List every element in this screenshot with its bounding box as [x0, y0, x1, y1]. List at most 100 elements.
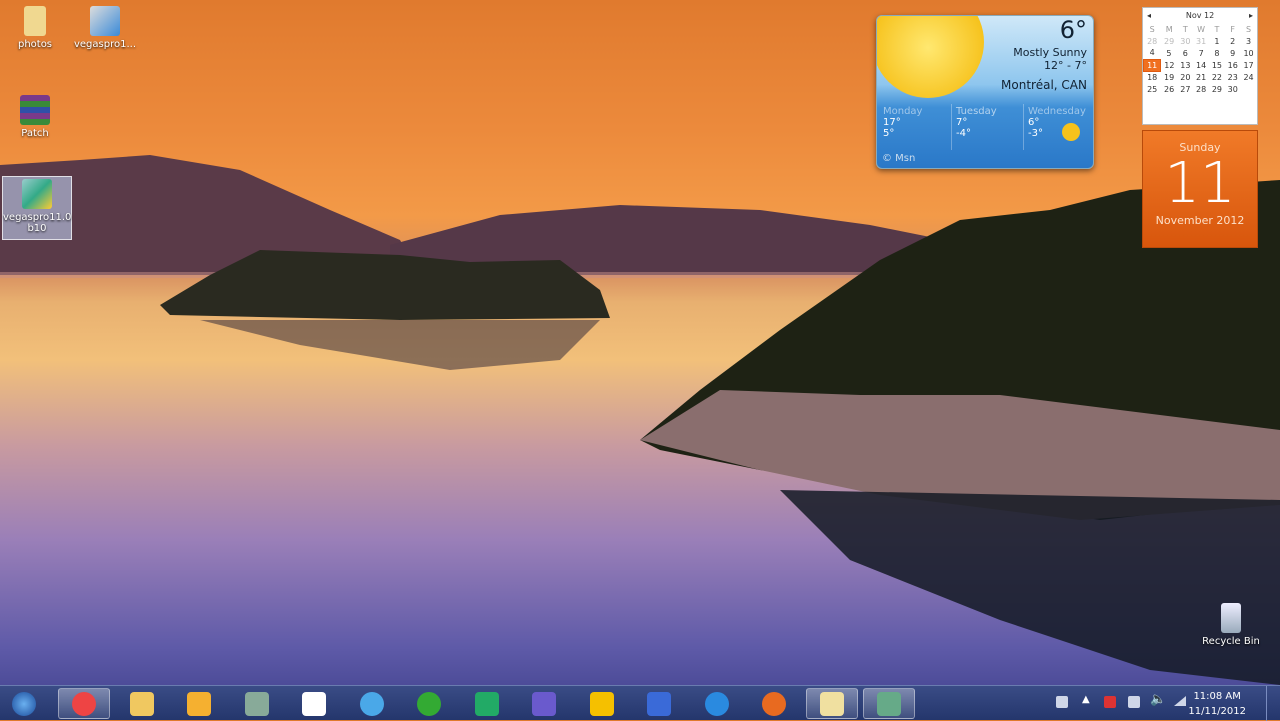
- start-button[interactable]: [2, 688, 46, 719]
- taskbar-app-windows-media-player[interactable]: [173, 688, 225, 719]
- taskbar-app-utorrent[interactable]: [403, 688, 455, 719]
- calendar-gadget[interactable]: ◂ Nov 12 ▸ S M T W T F S 28 29 30 31 1 2 3 4 5 6 7 8 9 10 11 1…: [1142, 7, 1258, 125]
- calendar-day[interactable]: 2: [1225, 35, 1241, 47]
- calendar-day[interactable]: 8: [1209, 47, 1225, 59]
- calendar-grid: S M T W T F S 28 29 30 31 1 2 3 4 5 6 7 8 9 10 11 12 13 14 15 16 17…: [1142, 23, 1257, 95]
- clock[interactable]: 11:08 AM 11/11/2012: [1188, 689, 1246, 719]
- temp-range: 12° - 7°: [1044, 59, 1087, 72]
- calendar-day[interactable]: [1241, 83, 1257, 95]
- app-icon: [187, 691, 211, 716]
- battery-icon[interactable]: [1128, 696, 1140, 708]
- taskbar-app-application[interactable]: [576, 688, 628, 719]
- desktop-icon-photos[interactable]: photos: [0, 6, 70, 50]
- winrar-icon: [20, 95, 50, 125]
- calendar-day[interactable]: 4: [1144, 47, 1161, 59]
- weekday-header: T: [1214, 24, 1220, 34]
- weekday-header: W: [1197, 24, 1206, 34]
- desktop-icon-vegaspro[interactable]: vegaspro1...: [70, 6, 140, 50]
- calendar-day[interactable]: 25: [1144, 83, 1161, 95]
- keyboard-icon[interactable]: [1056, 696, 1068, 708]
- calendar-day[interactable]: 14: [1193, 59, 1209, 71]
- calendar-day[interactable]: 9: [1225, 47, 1241, 59]
- action-center-icon[interactable]: [1104, 696, 1116, 708]
- calendar-day[interactable]: 28: [1144, 35, 1161, 47]
- app-icon: [417, 691, 441, 716]
- weather-source-link[interactable]: © Msn: [882, 153, 915, 164]
- desktop-icon-vegas-installer[interactable]: vegaspro11.0 b10: [2, 176, 72, 240]
- clock-time: 11:08 AM: [1193, 691, 1241, 702]
- app-icon: [129, 691, 154, 716]
- sun-icon: [1062, 123, 1080, 141]
- calendar-day-display: Sunday 11 November 2012: [1142, 130, 1258, 248]
- calendar-day[interactable]: 12: [1161, 59, 1178, 71]
- calendar-day[interactable]: 7: [1193, 47, 1209, 59]
- desktop-icon-patch[interactable]: Patch: [0, 95, 70, 139]
- calendar-day[interactable]: 16: [1225, 59, 1241, 71]
- weekday-header: S: [1149, 24, 1155, 34]
- forecast-day: Wednesday 6° -3°: [1023, 104, 1093, 150]
- app-icon: [474, 691, 499, 716]
- taskbar-app-document[interactable]: [288, 688, 340, 719]
- calendar-day[interactable]: 11: [1142, 58, 1162, 72]
- taskbar-app-quicktime[interactable]: [691, 688, 743, 719]
- app-icon: [532, 691, 556, 716]
- installer-icon: [22, 179, 52, 209]
- calendar-day[interactable]: 20: [1177, 71, 1193, 83]
- taskbar-app-windows-explorer[interactable]: [805, 688, 858, 719]
- weather-condition: Mostly Sunny: [1013, 46, 1087, 59]
- calendar-day[interactable]: 26: [1161, 83, 1178, 95]
- calendar-day[interactable]: 30: [1177, 35, 1193, 47]
- calendar-day[interactable]: 23: [1225, 71, 1241, 83]
- taskbar-app-word[interactable]: [633, 688, 685, 719]
- calendar-day[interactable]: 3: [1241, 35, 1257, 47]
- calendar-day[interactable]: 27: [1177, 83, 1193, 95]
- taskbar-app-firefox[interactable]: [748, 688, 800, 719]
- calendar-day[interactable]: 6: [1177, 47, 1193, 59]
- calendar-day[interactable]: 24: [1241, 71, 1257, 83]
- windows-logo-icon: [12, 691, 36, 716]
- taskbar-app-vegas-pro[interactable]: [863, 688, 915, 719]
- calendar-day[interactable]: 30: [1225, 83, 1241, 95]
- taskbar: ▲ 🔈 11:08 AM 11/11/2012: [0, 685, 1280, 721]
- taskbar-app-application[interactable]: [231, 688, 283, 719]
- taskbar-app-windows-explorer[interactable]: [116, 688, 168, 719]
- app-icon: [762, 691, 786, 716]
- vegas-icon: [90, 6, 120, 36]
- calendar-day[interactable]: 28: [1193, 83, 1209, 95]
- calendar-day[interactable]: 5: [1161, 47, 1178, 59]
- calendar-day[interactable]: 13: [1177, 59, 1193, 71]
- calendar-day[interactable]: 31: [1193, 35, 1209, 47]
- weekday-header: F: [1230, 24, 1236, 34]
- desktop-icon-recycle-bin[interactable]: Recycle Bin: [1196, 603, 1266, 647]
- calendar-day[interactable]: 29: [1209, 83, 1225, 95]
- calendar-day[interactable]: 17: [1241, 59, 1257, 71]
- weather-gadget[interactable]: 6° Mostly Sunny 12° - 7° Montréal, CAN M…: [876, 15, 1094, 169]
- calendar-month-label: Nov 12: [1185, 11, 1215, 20]
- calendar-day[interactable]: 18: [1144, 71, 1161, 83]
- app-icon: [589, 691, 614, 716]
- prev-month-button[interactable]: ◂: [1147, 11, 1151, 20]
- recycle-bin-icon: [1221, 603, 1241, 633]
- taskbar-app-google-chrome[interactable]: [58, 688, 110, 719]
- taskbar-app-application[interactable]: [461, 688, 513, 719]
- volume-icon[interactable]: 🔈: [1150, 692, 1166, 707]
- taskbar-app-itunes[interactable]: [346, 688, 398, 719]
- show-hidden-icons-button[interactable]: ▲: [1082, 694, 1090, 705]
- weekday-header: T: [1182, 24, 1188, 34]
- app-icon: [244, 691, 269, 716]
- forecast-day: Tuesday 7° -4°: [951, 104, 1021, 150]
- next-month-button[interactable]: ▸: [1249, 11, 1253, 20]
- calendar-day[interactable]: 19: [1161, 71, 1178, 83]
- calendar-day[interactable]: 1: [1209, 35, 1225, 47]
- show-desktop-button[interactable]: [1266, 686, 1280, 721]
- calendar-day[interactable]: 15: [1209, 59, 1225, 71]
- app-icon: [359, 691, 384, 716]
- calendar-day[interactable]: 22: [1209, 71, 1225, 83]
- calendar-day[interactable]: 21: [1193, 71, 1209, 83]
- calendar-day[interactable]: 29: [1161, 35, 1178, 47]
- app-icon: [72, 691, 96, 716]
- network-icon[interactable]: [1174, 696, 1186, 706]
- taskbar-app-after-effects[interactable]: [518, 688, 570, 719]
- calendar-day[interactable]: 10: [1241, 47, 1257, 59]
- current-temp: 6°: [1059, 16, 1087, 44]
